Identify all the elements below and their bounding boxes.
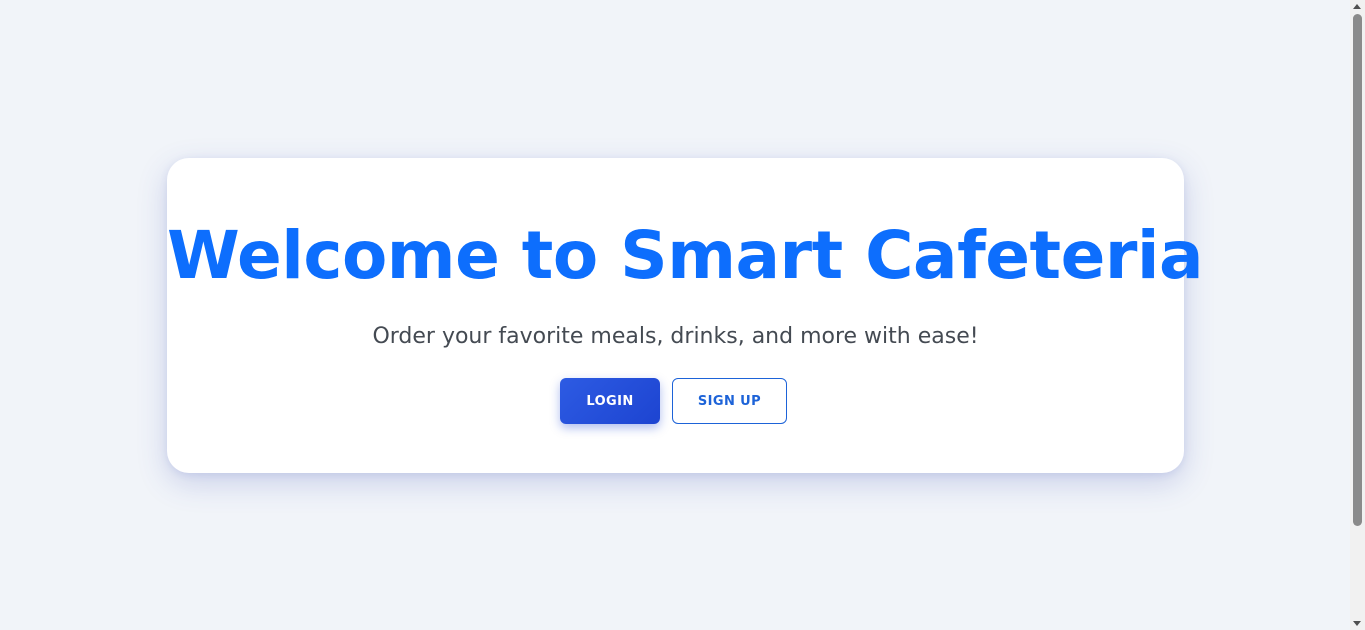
signup-button[interactable]: SIGN UP xyxy=(672,378,787,424)
page-title: Welcome to Smart Cafeteria xyxy=(167,217,1204,294)
chevron-down-icon[interactable] xyxy=(1353,621,1361,626)
scrollbar-thumb[interactable] xyxy=(1353,14,1362,526)
page-subtitle: Order your favorite meals, drinks, and m… xyxy=(372,324,979,349)
welcome-card: Welcome to Smart Cafeteria Order your fa… xyxy=(167,158,1204,473)
vertical-scrollbar[interactable] xyxy=(1350,0,1365,630)
login-button[interactable]: LOGIN xyxy=(560,378,660,424)
action-buttons: LOGIN SIGN UP xyxy=(167,378,1184,424)
chevron-up-icon[interactable] xyxy=(1353,4,1361,9)
